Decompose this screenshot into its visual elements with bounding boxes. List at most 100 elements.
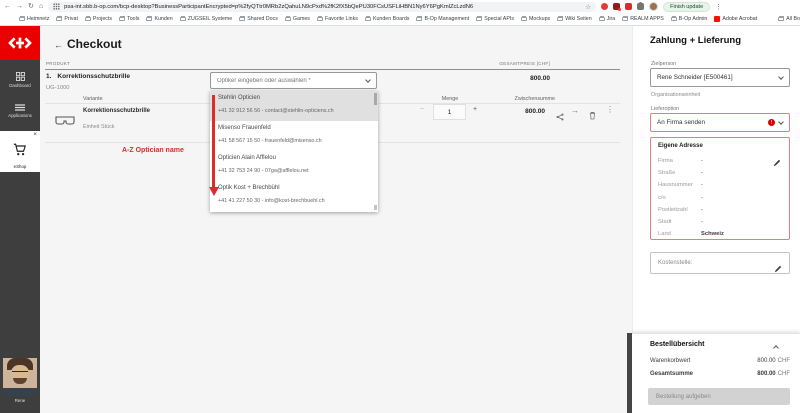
cart-value: 800.00CHF bbox=[757, 358, 790, 364]
folder-icon bbox=[622, 17, 628, 22]
bookmark-folder[interactable]: B-Op Management bbox=[416, 16, 469, 22]
bookmark-folder[interactable]: Wiki Seiten bbox=[557, 16, 592, 22]
extension-icon-1[interactable] bbox=[601, 3, 608, 10]
annotation-label: A-Z Optician name bbox=[122, 147, 184, 154]
sidebar-item-applications[interactable]: Applications bbox=[0, 104, 40, 118]
folder-icon bbox=[85, 17, 91, 22]
column-total: GESAMTPREIS [CHF] bbox=[400, 61, 550, 66]
trash-icon[interactable] bbox=[589, 107, 596, 125]
annotation-arrow bbox=[212, 95, 215, 188]
sidebar-item-eshop[interactable]: × eShop bbox=[0, 131, 40, 172]
chrome-menu-icon[interactable]: ⋮ bbox=[715, 3, 722, 11]
chevron-down-icon bbox=[778, 74, 784, 80]
finish-update-button[interactable]: Finish update bbox=[663, 2, 710, 12]
bookmark-folder[interactable]: Kunden Boards bbox=[365, 16, 410, 22]
variant-name: Korrektionsschutzbrille bbox=[83, 108, 150, 114]
more-options-icon[interactable]: ⋮ bbox=[606, 105, 614, 114]
url-text: psa-int.sbb.b-op.com/bcp-desktop?Busines… bbox=[64, 4, 581, 10]
dropdown-option[interactable]: Misenso Frauenfeld +41 58 567 15 50 - fr… bbox=[210, 121, 378, 151]
forward-icon[interactable]: → bbox=[16, 3, 23, 10]
bookmark-folder[interactable]: Special APIs bbox=[476, 16, 514, 22]
bookmark-folder[interactable]: Heimnetz bbox=[19, 16, 49, 22]
adobe-acrobat-icon bbox=[714, 16, 720, 22]
column-product: PRODUKT bbox=[46, 61, 70, 66]
dropdown-scrollbar-end bbox=[374, 205, 377, 210]
divider bbox=[45, 69, 620, 70]
sbb-logo bbox=[0, 26, 40, 60]
decrease-quantity-button[interactable]: − bbox=[420, 106, 424, 113]
bookmark-folder[interactable]: Jira bbox=[599, 16, 616, 22]
bookmark-adobe[interactable]: Adobe Acrobat bbox=[714, 16, 757, 22]
product-total: 800.00 bbox=[450, 75, 550, 82]
main-scrollbar-thumb[interactable] bbox=[627, 333, 632, 413]
extensions-puzzle-icon[interactable] bbox=[637, 3, 644, 10]
bookmarks-bar: Heimnetz Privat Projects Tools Kunden ZU… bbox=[0, 13, 800, 25]
dropdown-scrollbar[interactable] bbox=[374, 93, 377, 105]
extension-icon-2[interactable] bbox=[613, 3, 620, 10]
row-subtotal: 800.00 bbox=[452, 108, 545, 115]
dropdown-option[interactable]: Stehlin Opticien +41 32 912 56 56 - cont… bbox=[210, 91, 378, 121]
kostenstelle-box[interactable]: Kostenstelle: bbox=[650, 252, 790, 274]
bookmark-folder[interactable]: Projects bbox=[85, 16, 112, 22]
bookmark-folder[interactable]: Favorite Links bbox=[317, 16, 358, 22]
submit-order-button[interactable]: Bestellung aufgeben bbox=[648, 388, 790, 405]
folder-icon bbox=[599, 17, 605, 22]
total-value: 800.00CHF bbox=[757, 371, 790, 377]
bookmark-star-icon[interactable]: ☆ bbox=[585, 3, 591, 11]
folder-icon bbox=[476, 17, 482, 22]
bookmark-folder[interactable]: Shared Docs bbox=[239, 16, 278, 22]
bookmark-folder[interactable]: Games bbox=[285, 16, 310, 22]
folder-icon bbox=[285, 17, 291, 22]
zielperson-label: Zielperson bbox=[651, 61, 676, 67]
bookmark-folder[interactable]: B-Op Admin bbox=[671, 16, 708, 22]
dropdown-option[interactable]: Opticien Alain Afflelou +41 32 753 24 90… bbox=[210, 151, 378, 181]
folder-icon bbox=[19, 17, 25, 22]
home-icon[interactable]: ⌂ bbox=[39, 3, 43, 10]
edit-address-icon[interactable] bbox=[773, 154, 781, 172]
collapse-icon[interactable] bbox=[773, 345, 779, 351]
back-icon[interactable]: ← bbox=[4, 3, 11, 10]
address-bar[interactable]: psa-int.sbb.b-op.com/bcp-desktop?Busines… bbox=[48, 2, 596, 12]
error-icon: ! bbox=[768, 119, 775, 126]
bookmark-folder[interactable]: Privat bbox=[56, 16, 78, 22]
share-icon[interactable] bbox=[556, 108, 564, 126]
page-title: Checkout bbox=[67, 37, 122, 51]
folder-icon bbox=[557, 17, 563, 22]
column-subtotal: Zwischensumme bbox=[462, 96, 555, 102]
bookmark-folder[interactable]: REALM APPS bbox=[622, 16, 664, 22]
screen: ← → ↻ ⌂ psa-int.sbb.b-op.com/bcp-desktop… bbox=[0, 0, 800, 413]
chevron-down-icon bbox=[365, 77, 371, 83]
folder-icon bbox=[671, 17, 677, 22]
folder-icon bbox=[365, 17, 371, 22]
app-sidebar: Dashboard Applications × eShop Rene bbox=[0, 60, 40, 413]
user-avatar bbox=[3, 358, 37, 396]
folder-icon bbox=[239, 17, 245, 22]
dashboard-icon bbox=[16, 72, 25, 81]
folder-icon bbox=[416, 17, 422, 22]
bookmark-folder[interactable]: Kunden bbox=[146, 16, 172, 22]
lieferoption-select[interactable]: An Firma senden ! bbox=[650, 113, 790, 132]
extension-icon-3[interactable] bbox=[625, 3, 632, 10]
reload-icon[interactable]: ↻ bbox=[28, 3, 34, 10]
move-arrow-icon[interactable]: → bbox=[571, 106, 579, 115]
variant-unit: Einheit Stück bbox=[83, 124, 114, 130]
folder-icon bbox=[317, 17, 323, 22]
edit-kostenstelle-icon[interactable] bbox=[774, 260, 782, 278]
bookmark-folder[interactable]: Mockups bbox=[521, 16, 550, 22]
zielperson-select[interactable]: Rene Schneider [E500461] bbox=[650, 68, 790, 87]
sidebar-user[interactable]: Rene bbox=[3, 358, 37, 403]
back-button[interactable]: ← bbox=[54, 40, 63, 50]
profile-avatar[interactable] bbox=[649, 2, 658, 11]
bookmark-folder[interactable]: ZUGSEIL Systeme bbox=[180, 16, 233, 22]
all-bookmarks-button[interactable]: All Bookmarks bbox=[778, 16, 800, 22]
goggles-icon bbox=[54, 114, 76, 132]
site-info-icon[interactable] bbox=[53, 3, 60, 10]
applications-icon bbox=[15, 104, 25, 111]
user-name: Rene bbox=[3, 398, 37, 403]
sidebar-item-dashboard[interactable]: Dashboard bbox=[0, 72, 40, 88]
dropdown-option[interactable]: Optik Kost + Brechbühl +41 41 227 50 30 … bbox=[210, 181, 378, 211]
close-icon[interactable]: × bbox=[33, 132, 37, 139]
bookmark-folder[interactable]: Tools bbox=[119, 16, 139, 22]
chevron-down-icon bbox=[778, 119, 784, 125]
optician-select[interactable]: Optiker eingeben oder auswählen * bbox=[210, 72, 377, 89]
